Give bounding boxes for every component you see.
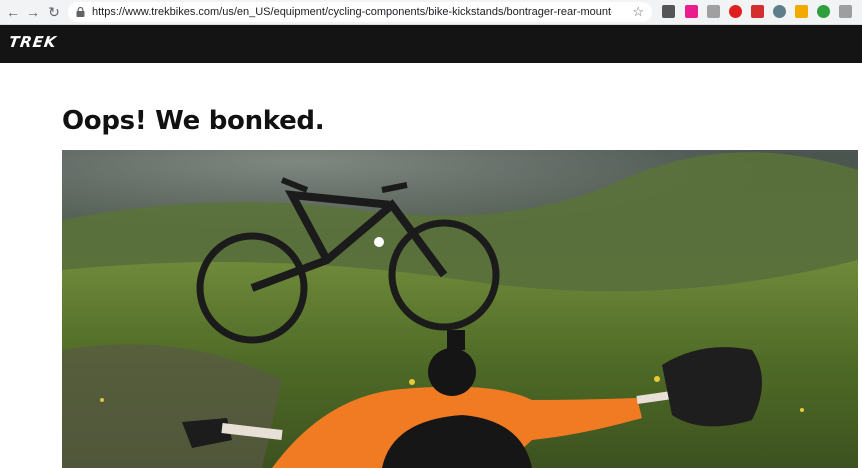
address-bar[interactable]: https://www.trekbikes.com/us/en_US/equip… (68, 2, 652, 22)
reload-button[interactable]: ↻ (45, 3, 63, 21)
back-button[interactable]: ← (4, 3, 22, 21)
honey-extension-icon[interactable] (795, 5, 808, 18)
hero-image (62, 150, 858, 468)
site-header: TREK (0, 25, 862, 63)
opera-extension-icon[interactable] (729, 5, 742, 18)
video-extension-icon[interactable] (751, 5, 764, 18)
cookie-extension-icon[interactable] (773, 5, 786, 18)
bookmark-star-icon[interactable]: ☆ (632, 2, 644, 22)
browser-toolbar: ← → ↻ https://www.trekbikes.com/us/en_US… (0, 0, 862, 25)
profile-extension-icon[interactable] (839, 5, 852, 18)
forward-button[interactable]: → (24, 3, 42, 21)
trek-logo[interactable]: TREK (8, 33, 58, 51)
extension-icon[interactable] (685, 5, 698, 18)
pdf-extension-icon[interactable] (707, 5, 720, 18)
url-text: https://www.trekbikes.com/us/en_US/equip… (92, 6, 612, 18)
shield-extension-icon[interactable] (662, 5, 675, 18)
page-title: Oops! We bonked. (62, 106, 325, 136)
lock-icon (76, 7, 85, 17)
green-extension-icon[interactable] (817, 5, 830, 18)
